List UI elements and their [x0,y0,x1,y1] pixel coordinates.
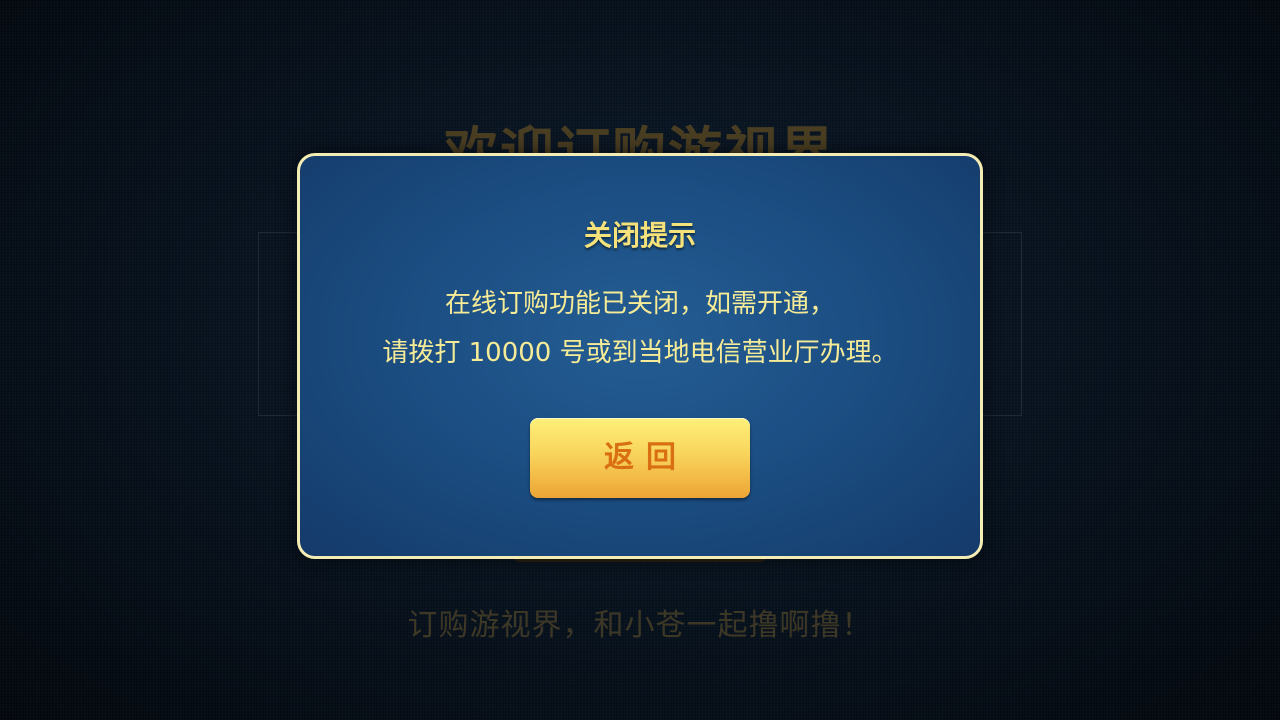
screen: 欢迎订购游视界 订购游视界，和小苍一起撸啊撸！ 关闭提示 在线订购功能已关闭，如… [0,0,1280,720]
dialog-message-line2: 请拨打 10000 号或到当地电信营业厅办理。 [382,338,898,368]
dialog-message-line1: 在线订购功能已关闭，如需开通， [444,289,835,319]
return-button[interactable]: 返回 [530,418,750,498]
dialog-title: 关闭提示 [583,219,696,252]
close-notice-dialog: 关闭提示 在线订购功能已关闭，如需开通， 请拨打 10000 号或到当地电信营业… [297,153,983,559]
background-slogan: 订购游视界，和小苍一起撸啊撸！ [407,608,873,643]
